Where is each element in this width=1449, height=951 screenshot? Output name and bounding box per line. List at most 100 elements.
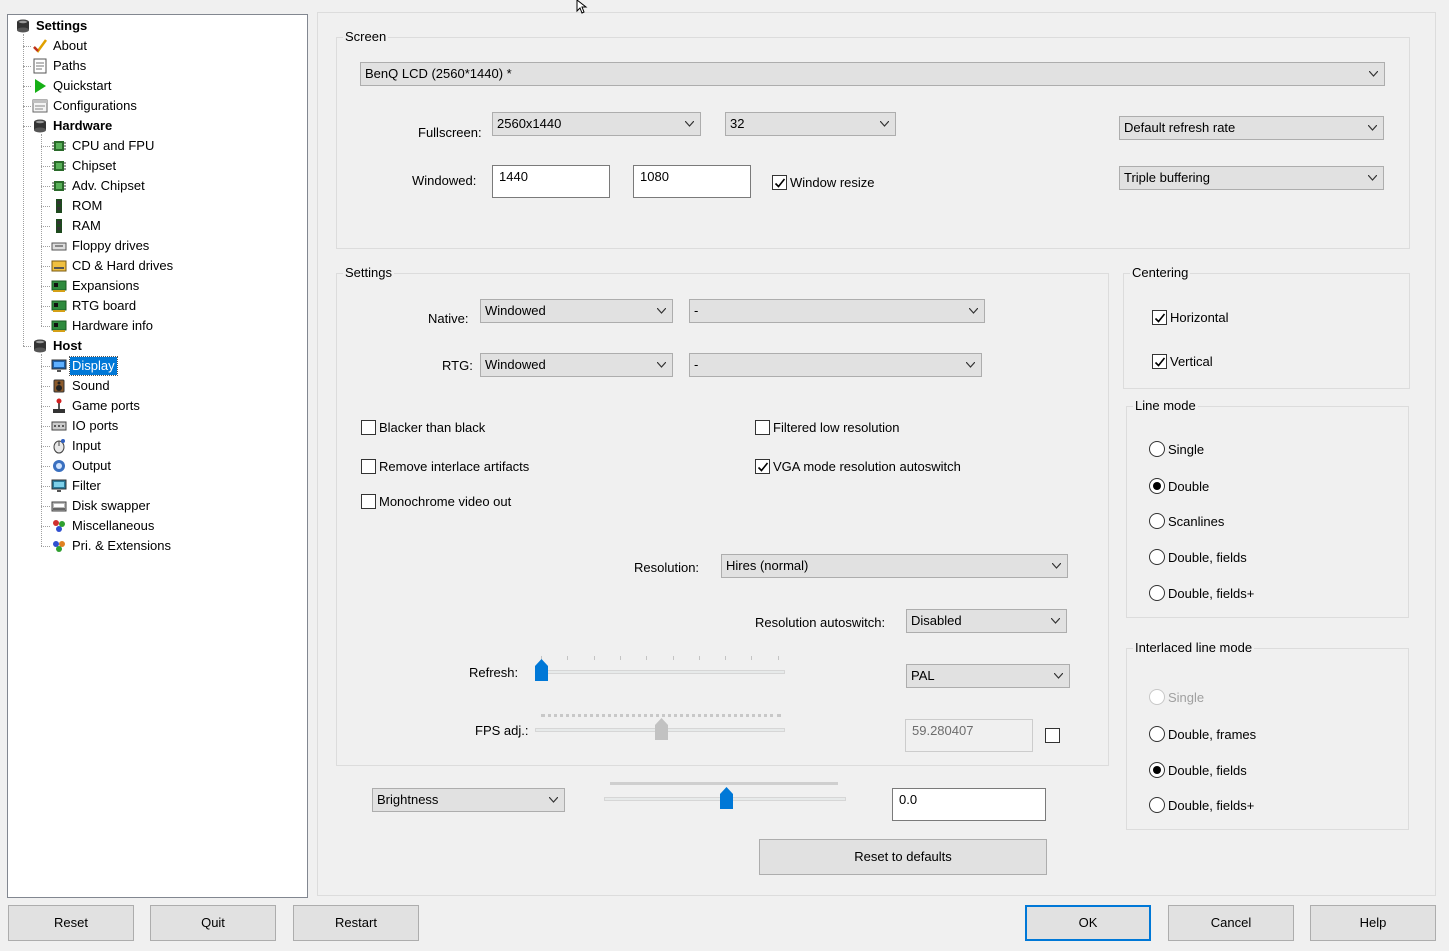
brightness-slider[interactable]	[604, 779, 848, 813]
remove-interlace-artifacts-checkbox[interactable]: Remove interlace artifacts	[361, 457, 529, 475]
fps-adj-slider[interactable]	[535, 709, 787, 743]
fullscreen-resolution-select[interactable]: 2560x1440	[492, 112, 701, 136]
checkbox-label: Filtered low resolution	[773, 419, 900, 435]
help-button[interactable]: Help	[1310, 905, 1436, 941]
tree-connector	[41, 306, 50, 307]
radio-circle	[1149, 585, 1165, 601]
reset-to-defaults-button[interactable]: Reset to defaults	[759, 839, 1047, 875]
tree-item-io-ports[interactable]: IO ports	[51, 417, 120, 435]
ok-button[interactable]: OK	[1025, 905, 1151, 941]
filtered-low-resolution-checkbox[interactable]: Filtered low resolution	[755, 418, 899, 436]
fps-value-input[interactable]: 59.280407	[905, 719, 1033, 752]
quit-button[interactable]: Quit	[150, 905, 276, 941]
refresh-slider-thumb[interactable]	[535, 659, 548, 681]
checkbox-label: Blacker than black	[379, 419, 486, 435]
line-mode-single-radio[interactable]: Single	[1149, 440, 1204, 458]
tree-connector	[23, 126, 31, 127]
tree-item-disk-swapper[interactable]: Disk swapper	[51, 497, 152, 515]
interlaced-double-fields-radio[interactable]: Double, fields	[1149, 761, 1247, 779]
settings-tree[interactable]: Settings About Paths Quickstart Configuratio…	[7, 14, 308, 898]
tree-item-adv-chipset[interactable]: Adv. Chipset	[51, 177, 147, 195]
tree-item-configurations[interactable]: Configurations	[32, 97, 139, 115]
tree-item-label: RTG board	[72, 298, 137, 313]
adjust-mode-select[interactable]: Brightness	[372, 788, 565, 812]
centering-vertical-checkbox[interactable]: Vertical	[1152, 352, 1213, 370]
tree-item-output[interactable]: Output	[51, 457, 113, 475]
tree-connector	[41, 186, 50, 187]
settings-group-title: Settings	[343, 265, 394, 281]
chevron-down-icon	[880, 121, 889, 127]
hard-drive-icon	[51, 258, 67, 274]
tree-item-chipset[interactable]: Chipset	[51, 157, 118, 175]
tree-item-filter[interactable]: Filter	[51, 477, 103, 495]
tree-item-host[interactable]: Host	[32, 337, 84, 355]
line-mode-scanlines-radio[interactable]: Scanlines	[1149, 512, 1224, 530]
blacker-than-black-checkbox[interactable]: Blacker than black	[361, 418, 485, 436]
interlaced-double-frames-radio[interactable]: Double, frames	[1149, 725, 1256, 743]
tree-item-label: Adv. Chipset	[72, 178, 145, 193]
tree-item-about[interactable]: About	[32, 37, 89, 55]
native-option-select[interactable]: -	[689, 299, 985, 323]
tree-item-floppy-drives[interactable]: Floppy drives	[51, 237, 151, 255]
reset-button[interactable]: Reset	[8, 905, 134, 941]
window-resize-checkbox[interactable]: Window resize	[772, 173, 875, 191]
tree-item-sound[interactable]: Sound	[51, 377, 112, 395]
line-mode-double-fields-radio[interactable]: Double, fields+	[1149, 584, 1254, 602]
rtg-option-select[interactable]: -	[689, 353, 982, 377]
resolution-autoswitch-select[interactable]: Disabled	[906, 609, 1067, 633]
monitor-select[interactable]: BenQ LCD (2560*1440) *	[360, 62, 1385, 86]
fullscreen-depth-select[interactable]: 32	[725, 112, 896, 136]
rtg-mode-select[interactable]: Windowed	[480, 353, 673, 377]
tree-item-cd-hard-drives[interactable]: CD & Hard drives	[51, 257, 175, 275]
vga-autoswitch-checkbox[interactable]: VGA mode resolution autoswitch	[755, 457, 961, 475]
radio-label: Double, fields+	[1168, 585, 1255, 601]
refresh-slider[interactable]	[535, 653, 787, 683]
monochrome-video-out-checkbox[interactable]: Monochrome video out	[361, 492, 511, 510]
checkbox-box	[361, 458, 376, 474]
tree-item-pri-extensions[interactable]: Pri. & Extensions	[51, 537, 173, 555]
tree-item-display[interactable]: Display	[51, 356, 118, 376]
tree-item-quickstart[interactable]: Quickstart	[32, 77, 114, 95]
tree-item-rtg-board[interactable]: RTG board	[51, 297, 138, 315]
refresh-rate-value: Default refresh rate	[1124, 120, 1236, 135]
resolution-select[interactable]: Hires (normal)	[721, 554, 1068, 578]
fps-override-checkbox[interactable]	[1045, 726, 1063, 744]
line-mode-double-fields-radio[interactable]: Double, fields	[1149, 548, 1247, 566]
refresh-label: Refresh:	[469, 665, 519, 680]
interlaced-single-radio[interactable]: Single	[1149, 688, 1204, 706]
cancel-button[interactable]: Cancel	[1168, 905, 1294, 941]
windowed-width-input[interactable]: 1440	[492, 165, 610, 198]
windowed-height-input[interactable]: 1080	[633, 165, 751, 198]
paths-icon	[32, 58, 48, 74]
tree-item-hardware-info[interactable]: Hardware info	[51, 317, 155, 335]
tree-item-miscellaneous[interactable]: Miscellaneous	[51, 517, 156, 535]
mouse-icon	[51, 438, 67, 454]
interlaced-double-fields-radio[interactable]: Double, fields+	[1149, 796, 1254, 814]
tree-connector	[41, 206, 50, 207]
tree-item-hardware[interactable]: Hardware	[32, 117, 114, 135]
checkbox-box	[1152, 309, 1167, 325]
chevron-down-icon	[969, 308, 978, 314]
tree-item-label: Paths	[53, 58, 87, 73]
refresh-rate-select[interactable]: Default refresh rate	[1119, 116, 1384, 140]
buffering-select[interactable]: Triple buffering	[1119, 166, 1384, 190]
chip-icon	[51, 178, 67, 194]
tree-item-expansions[interactable]: Expansions	[51, 277, 141, 295]
brightness-value-input[interactable]: 0.0	[892, 788, 1046, 821]
native-mode-select[interactable]: Windowed	[480, 299, 673, 323]
tree-item-cpu-and-fpu[interactable]: CPU and FPU	[51, 137, 156, 155]
tree-item-paths[interactable]: Paths	[32, 57, 88, 75]
tree-connector	[41, 366, 50, 367]
video-standard-select[interactable]: PAL	[906, 664, 1070, 688]
tree-item-ram[interactable]: RAM	[51, 217, 103, 235]
tree-item-settings[interactable]: Settings	[15, 17, 89, 35]
tree-item-game-ports[interactable]: Game ports	[51, 397, 142, 415]
restart-button[interactable]: Restart	[293, 905, 419, 941]
tree-item-input[interactable]: Input	[51, 437, 103, 455]
centering-horizontal-checkbox[interactable]: Horizontal	[1152, 308, 1229, 326]
line-mode-double-radio[interactable]: Double	[1149, 477, 1209, 495]
tree-item-rom[interactable]: ROM	[51, 197, 104, 215]
brightness-slider-thumb[interactable]	[720, 787, 733, 809]
fps-adj-slider-thumb[interactable]	[655, 718, 668, 740]
chevron-down-icon	[657, 362, 666, 368]
